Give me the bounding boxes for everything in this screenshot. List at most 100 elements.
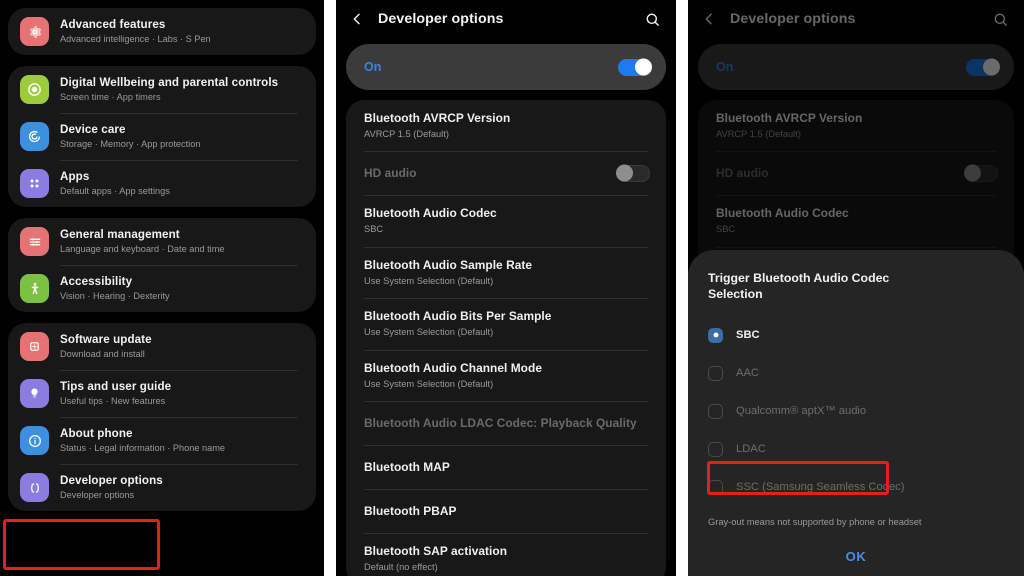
row-bluetooth-audio-codec: Bluetooth Audio Codec SBC bbox=[698, 195, 1014, 246]
row-hd-audio[interactable]: HD audio bbox=[346, 151, 666, 195]
app-header: Developer options bbox=[336, 0, 676, 38]
sliders-icon bbox=[20, 227, 49, 256]
sidebar-item-subtitle: Advanced intelligence · Labs · S Pen bbox=[60, 33, 211, 45]
row-title: Bluetooth MAP bbox=[364, 460, 650, 475]
developer-options-list: Bluetooth AVRCP Version AVRCP 1.5 (Defau… bbox=[346, 100, 666, 576]
sidebar-item-title: Advanced features bbox=[60, 18, 211, 32]
developer-options-master-switch-row[interactable]: On bbox=[346, 44, 666, 90]
row-subtitle: Use System Selection (Default) bbox=[364, 326, 650, 339]
sidebar-item-subtitle: Useful tips · New features bbox=[60, 395, 171, 407]
row-subtitle: AVRCP 1.5 (Default) bbox=[364, 128, 650, 141]
accessibility-icon bbox=[20, 274, 49, 303]
row-title: HD audio bbox=[364, 166, 616, 181]
page-title: Developer options bbox=[378, 11, 643, 27]
sidebar-item-text: Developer options Developer options bbox=[60, 474, 163, 502]
master-switch-label: On bbox=[716, 60, 966, 74]
highlight-box-developer-options bbox=[3, 519, 160, 570]
radio-icon[interactable] bbox=[708, 328, 723, 343]
sidebar-item-text: General management Language and keyboard… bbox=[60, 228, 224, 256]
screenshot-stage: Advanced features Advanced intelligence … bbox=[0, 0, 1024, 576]
radio-icon bbox=[708, 366, 723, 381]
chevron-left-icon[interactable] bbox=[348, 10, 366, 28]
row-subtitle: Use System Selection (Default) bbox=[364, 275, 650, 288]
sidebar-item-title: Accessibility bbox=[60, 275, 170, 289]
row-bluetooth-audio-codec[interactable]: Bluetooth Audio Codec SBC bbox=[346, 195, 666, 246]
radio-icon bbox=[708, 442, 723, 457]
master-switch-toggle[interactable] bbox=[618, 59, 652, 76]
sidebar-item-software-update[interactable]: Software update Download and install bbox=[8, 323, 316, 370]
row-bluetooth-map[interactable]: Bluetooth MAP bbox=[346, 445, 666, 489]
wellbeing-icon bbox=[20, 75, 49, 104]
sidebar-item-apps[interactable]: Apps Default apps · App settings bbox=[8, 160, 316, 207]
row-bluetooth-audio-bits-per-sample[interactable]: Bluetooth Audio Bits Per Sample Use Syst… bbox=[346, 298, 666, 349]
option-ldac: LDAC bbox=[708, 430, 1004, 468]
row-text: Bluetooth Audio Codec SBC bbox=[364, 206, 650, 235]
sidebar-item-device-care[interactable]: Device care Storage · Memory · App prote… bbox=[8, 113, 316, 160]
chevron-left-icon[interactable] bbox=[700, 10, 718, 28]
sidebar-item-accessibility[interactable]: Accessibility Vision · Hearing · Dexteri… bbox=[8, 265, 316, 312]
option-ssc: SSC (Samsung Seamless Codec) bbox=[708, 468, 1004, 506]
row-bluetooth-sap-activation[interactable]: Bluetooth SAP activation Default (no eff… bbox=[346, 533, 666, 576]
dialog-title: Trigger Bluetooth Audio Codec Selection bbox=[708, 270, 938, 302]
row-title: Bluetooth PBAP bbox=[364, 504, 650, 519]
developer-options-master-switch-row: On bbox=[698, 44, 1014, 90]
settings-group: Advanced features Advanced intelligence … bbox=[8, 8, 316, 55]
master-switch-toggle bbox=[966, 59, 1000, 76]
row-subtitle: SBC bbox=[716, 223, 998, 236]
sidebar-item-title: About phone bbox=[60, 427, 225, 441]
row-title: Bluetooth Audio Channel Mode bbox=[364, 361, 650, 376]
sidebar-item-advanced-features[interactable]: Advanced features Advanced intelligence … bbox=[8, 8, 316, 55]
sidebar-item-text: Digital Wellbeing and parental controls … bbox=[60, 76, 278, 104]
settings-scroll-area[interactable]: Advanced features Advanced intelligence … bbox=[0, 0, 324, 511]
option-sbc[interactable]: SBC bbox=[708, 316, 1004, 354]
software-update-icon bbox=[20, 332, 49, 361]
row-text: Bluetooth SAP activation Default (no eff… bbox=[364, 544, 650, 573]
sidebar-item-text: Apps Default apps · App settings bbox=[60, 170, 170, 198]
option-aac: AAC bbox=[708, 354, 1004, 392]
sidebar-item-general-management[interactable]: General management Language and keyboard… bbox=[8, 218, 316, 265]
search-icon[interactable] bbox=[991, 10, 1010, 29]
sidebar-item-subtitle: Vision · Hearing · Dexterity bbox=[60, 290, 170, 302]
lightbulb-icon bbox=[20, 379, 49, 408]
row-title: Bluetooth SAP activation bbox=[364, 544, 650, 559]
row-text: Bluetooth Audio LDAC Codec: Playback Qua… bbox=[364, 416, 650, 431]
settings-group: General management Language and keyboard… bbox=[8, 218, 316, 312]
sidebar-item-title: Apps bbox=[60, 170, 170, 184]
row-subtitle: Default (no effect) bbox=[364, 561, 650, 574]
row-text: Bluetooth Audio Codec SBC bbox=[716, 206, 998, 235]
sidebar-item-about-phone[interactable]: About phone Status · Legal information ·… bbox=[8, 417, 316, 464]
row-bluetooth-audio-sample-rate[interactable]: Bluetooth Audio Sample Rate Use System S… bbox=[346, 247, 666, 298]
sidebar-item-digital-wellbeing[interactable]: Digital Wellbeing and parental controls … bbox=[8, 66, 316, 113]
sidebar-item-title: Device care bbox=[60, 123, 200, 137]
panel-codec-dialog: Developer options On Bluetooth AVRCP Ver… bbox=[688, 0, 1024, 576]
row-title: Bluetooth AVRCP Version bbox=[364, 111, 650, 126]
option-label: Qualcomm® aptX™ audio bbox=[736, 405, 866, 417]
sidebar-item-tips-and-user-guide[interactable]: Tips and user guide Useful tips · New fe… bbox=[8, 370, 316, 417]
row-subtitle: Use System Selection (Default) bbox=[364, 378, 650, 391]
settings-group: Software update Download and install Tip… bbox=[8, 323, 316, 511]
row-text: Bluetooth AVRCP Version AVRCP 1.5 (Defau… bbox=[716, 111, 998, 140]
panel-divider bbox=[324, 0, 336, 576]
row-bluetooth-avrcp-version: Bluetooth AVRCP Version AVRCP 1.5 (Defau… bbox=[698, 100, 1014, 151]
sidebar-item-subtitle: Storage · Memory · App protection bbox=[60, 138, 200, 150]
sidebar-item-subtitle: Developer options bbox=[60, 489, 163, 501]
app-header: Developer options bbox=[688, 0, 1024, 38]
row-text: Bluetooth AVRCP Version AVRCP 1.5 (Defau… bbox=[364, 111, 650, 140]
row-bluetooth-avrcp-version[interactable]: Bluetooth AVRCP Version AVRCP 1.5 (Defau… bbox=[346, 100, 666, 151]
search-icon[interactable] bbox=[643, 10, 662, 29]
option-label: SSC (Samsung Seamless Codec) bbox=[736, 481, 905, 493]
option-label: LDAC bbox=[736, 443, 766, 455]
row-bluetooth-audio-channel-mode[interactable]: Bluetooth Audio Channel Mode Use System … bbox=[346, 350, 666, 401]
row-bluetooth-pbap[interactable]: Bluetooth PBAP bbox=[346, 489, 666, 533]
row-bluetooth-audio-ldac-codec-playback-quality[interactable]: Bluetooth Audio LDAC Codec: Playback Qua… bbox=[346, 401, 666, 445]
row-subtitle: SBC bbox=[364, 223, 650, 236]
sidebar-item-subtitle: Status · Legal information · Phone name bbox=[60, 442, 225, 454]
hd-audio-toggle[interactable] bbox=[616, 165, 650, 182]
sidebar-item-subtitle: Download and install bbox=[60, 348, 152, 360]
sidebar-item-developer-options[interactable]: Developer options Developer options bbox=[8, 464, 316, 511]
sidebar-item-text: Accessibility Vision · Hearing · Dexteri… bbox=[60, 275, 170, 303]
row-text: Bluetooth Audio Channel Mode Use System … bbox=[364, 361, 650, 390]
radio-icon bbox=[708, 404, 723, 419]
ok-button[interactable]: OK bbox=[688, 549, 1024, 564]
row-title: Bluetooth Audio Bits Per Sample bbox=[364, 309, 650, 324]
